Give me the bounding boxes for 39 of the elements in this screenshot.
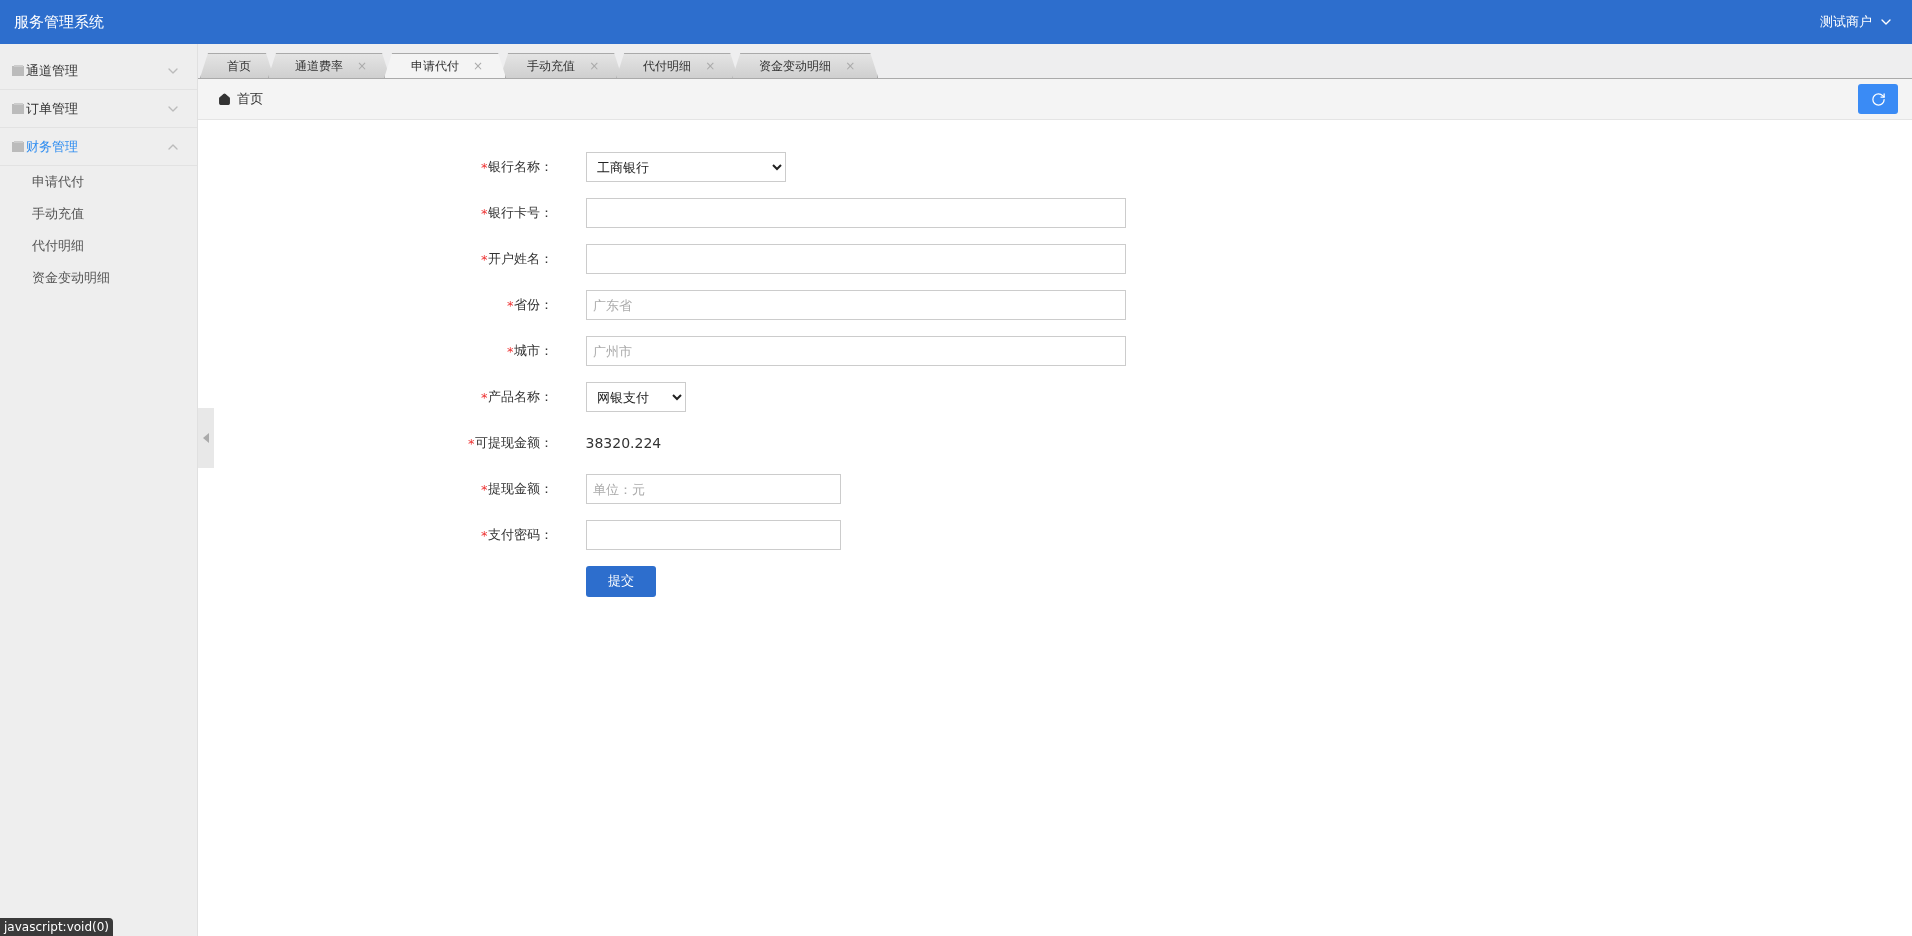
select-dropdown[interactable]: 网银支付 — [585, 382, 686, 412]
amount-value: 38320.224 — [585, 435, 662, 451]
field-label: *支付密码： — [480, 526, 553, 545]
sidebar-subitem[interactable]: 手动充值 — [0, 198, 197, 230]
input-field[interactable]: 广东省 — [585, 290, 1126, 320]
input-field[interactable]: 广州市 — [585, 336, 1126, 366]
select-dropdown[interactable]: 工商银行 — [585, 152, 786, 182]
sidebar-subitem[interactable]: 代付明细 — [0, 230, 197, 262]
field-label: *产品名称： — [480, 388, 553, 407]
tab[interactable]: 资金变动明细 × — [732, 53, 879, 78]
sidebar-item[interactable]: 通道管理 — [0, 52, 197, 90]
folder-icon — [12, 103, 24, 114]
user-menu[interactable]: 测试商户 — [1816, 13, 1898, 31]
input-field[interactable]: 单位：元 — [585, 474, 841, 504]
sidebar-subitem[interactable]: 申请代付 — [0, 166, 197, 198]
input-field[interactable] — [585, 520, 841, 550]
refresh-button[interactable] — [1858, 84, 1898, 114]
field-label: *银行名称： — [480, 158, 553, 177]
folder-icon — [12, 141, 24, 152]
sidebar-subitem[interactable]: 资金变动明细 — [0, 262, 197, 294]
sidebar-item[interactable]: 订单管理 — [0, 90, 197, 128]
folder-icon — [12, 65, 24, 76]
refresh-icon — [1870, 91, 1886, 107]
collapse-handle[interactable] — [198, 408, 214, 468]
submit-button[interactable]: 提交 — [585, 565, 656, 597]
tab[interactable]: 申请代付 × — [384, 53, 507, 78]
status-tooltip: javascript:void(0) — [0, 918, 114, 936]
breadcrumb-link[interactable]: 首页 — [218, 90, 263, 108]
field-label: *银行卡号： — [480, 204, 553, 223]
field-label: *开户姓名： — [480, 250, 553, 269]
caret-left-icon — [203, 433, 209, 443]
input-field[interactable] — [585, 198, 1126, 228]
input-field[interactable] — [585, 244, 1126, 274]
field-label: *省份： — [506, 296, 553, 315]
field-label: *可提现金额： — [468, 434, 553, 453]
app-title: 服务管理系统 — [14, 12, 104, 32]
home-icon — [218, 92, 231, 106]
field-label: *城市： — [506, 342, 553, 361]
field-label: *提现金额： — [480, 480, 553, 499]
